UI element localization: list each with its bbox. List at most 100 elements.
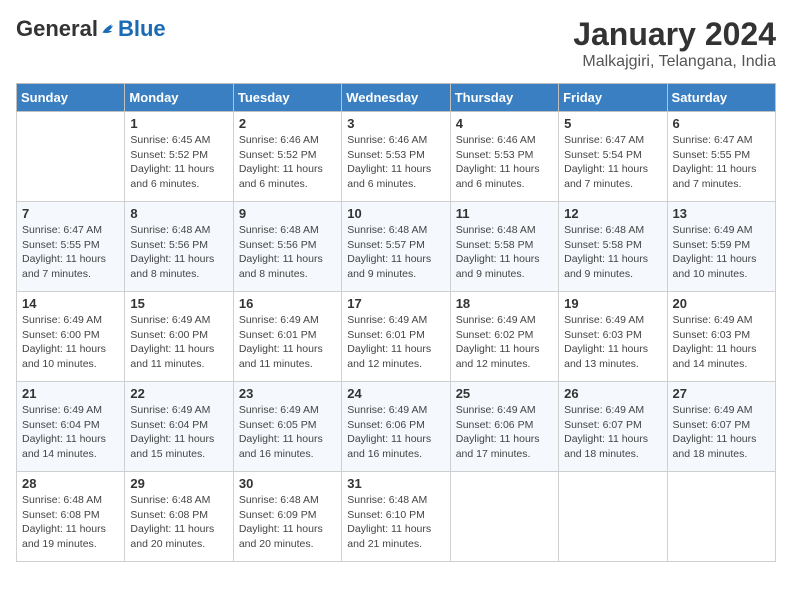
day-info: Sunrise: 6:47 AM Sunset: 5:55 PM Dayligh… <box>673 133 770 192</box>
day-info: Sunrise: 6:46 AM Sunset: 5:52 PM Dayligh… <box>239 133 336 192</box>
day-info: Sunrise: 6:49 AM Sunset: 6:07 PM Dayligh… <box>564 403 661 462</box>
day-number: 9 <box>239 206 336 221</box>
calendar-cell: 25 Sunrise: 6:49 AM Sunset: 6:06 PM Dayli… <box>450 382 558 472</box>
day-info: Sunrise: 6:46 AM Sunset: 5:53 PM Dayligh… <box>347 133 444 192</box>
weekday-header-sunday: Sunday <box>17 84 125 112</box>
day-info: Sunrise: 6:48 AM Sunset: 5:58 PM Dayligh… <box>564 223 661 282</box>
day-number: 7 <box>22 206 119 221</box>
calendar-cell: 11 Sunrise: 6:48 AM Sunset: 5:58 PM Dayli… <box>450 202 558 292</box>
day-number: 12 <box>564 206 661 221</box>
calendar-cell: 12 Sunrise: 6:48 AM Sunset: 5:58 PM Dayli… <box>559 202 667 292</box>
weekday-header-friday: Friday <box>559 84 667 112</box>
location-subtitle: Malkajgiri, Telangana, India <box>573 53 776 71</box>
day-number: 21 <box>22 386 119 401</box>
day-info: Sunrise: 6:48 AM Sunset: 5:56 PM Dayligh… <box>239 223 336 282</box>
day-number: 30 <box>239 476 336 491</box>
calendar-cell: 20 Sunrise: 6:49 AM Sunset: 6:03 PM Dayli… <box>667 292 775 382</box>
day-number: 19 <box>564 296 661 311</box>
day-info: Sunrise: 6:49 AM Sunset: 6:05 PM Dayligh… <box>239 403 336 462</box>
calendar-cell: 23Sunrise: 6:49 AM Sunset: 6:05 PM Dayli… <box>233 382 341 472</box>
day-number: 8 <box>130 206 227 221</box>
title-block: January 2024 Malkajgiri, Telangana, Indi… <box>573 16 776 71</box>
logo: General Blue <box>16 16 166 42</box>
page-header: General Blue January 2024 Malkajgiri, Te… <box>16 16 776 71</box>
calendar-cell <box>559 472 667 562</box>
day-number: 14 <box>22 296 119 311</box>
weekday-header-wednesday: Wednesday <box>342 84 450 112</box>
calendar-cell: 29 Sunrise: 6:48 AM Sunset: 6:08 PM Dayli… <box>125 472 233 562</box>
calendar-cell: 24Sunrise: 6:49 AM Sunset: 6:06 PM Dayli… <box>342 382 450 472</box>
weekday-header-monday: Monday <box>125 84 233 112</box>
day-number: 31 <box>347 476 444 491</box>
calendar-cell: 22Sunrise: 6:49 AM Sunset: 6:04 PM Dayli… <box>125 382 233 472</box>
calendar-week-row: 7Sunrise: 6:47 AM Sunset: 5:55 PM Daylig… <box>17 202 776 292</box>
day-info: Sunrise: 6:46 AM Sunset: 5:53 PM Dayligh… <box>456 133 553 192</box>
calendar-cell <box>667 472 775 562</box>
day-info: Sunrise: 6:45 AM Sunset: 5:52 PM Dayligh… <box>130 133 227 192</box>
day-number: 6 <box>673 116 770 131</box>
day-number: 3 <box>347 116 444 131</box>
calendar-cell: 13Sunrise: 6:49 AM Sunset: 5:59 PM Dayli… <box>667 202 775 292</box>
calendar-week-row: 21 Sunrise: 6:49 AM Sunset: 6:04 PM Dayli… <box>17 382 776 472</box>
day-info: Sunrise: 6:49 AM Sunset: 6:03 PM Dayligh… <box>564 313 661 372</box>
calendar-cell: 18 Sunrise: 6:49 AM Sunset: 6:02 PM Dayli… <box>450 292 558 382</box>
day-info: Sunrise: 6:48 AM Sunset: 6:08 PM Dayligh… <box>130 493 227 552</box>
calendar-cell: 26 Sunrise: 6:49 AM Sunset: 6:07 PM Dayli… <box>559 382 667 472</box>
day-info: Sunrise: 6:49 AM Sunset: 5:59 PM Dayligh… <box>673 223 770 282</box>
day-info: Sunrise: 6:49 AM Sunset: 6:04 PM Dayligh… <box>130 403 227 462</box>
calendar-cell: 9 Sunrise: 6:48 AM Sunset: 5:56 PM Daylig… <box>233 202 341 292</box>
day-info: Sunrise: 6:49 AM Sunset: 6:04 PM Dayligh… <box>22 403 119 462</box>
day-number: 29 <box>130 476 227 491</box>
calendar-week-row: 28 Sunrise: 6:48 AM Sunset: 6:08 PM Dayli… <box>17 472 776 562</box>
day-info: Sunrise: 6:49 AM Sunset: 6:02 PM Dayligh… <box>456 313 553 372</box>
day-info: Sunrise: 6:49 AM Sunset: 6:01 PM Dayligh… <box>239 313 336 372</box>
day-info: Sunrise: 6:49 AM Sunset: 6:07 PM Dayligh… <box>673 403 770 462</box>
day-number: 18 <box>456 296 553 311</box>
calendar-cell: 1Sunrise: 6:45 AM Sunset: 5:52 PM Daylig… <box>125 112 233 202</box>
day-number: 16 <box>239 296 336 311</box>
day-number: 2 <box>239 116 336 131</box>
day-info: Sunrise: 6:48 AM Sunset: 5:57 PM Dayligh… <box>347 223 444 282</box>
day-info: Sunrise: 6:48 AM Sunset: 5:58 PM Dayligh… <box>456 223 553 282</box>
day-info: Sunrise: 6:49 AM Sunset: 6:00 PM Dayligh… <box>130 313 227 372</box>
calendar-cell: 7Sunrise: 6:47 AM Sunset: 5:55 PM Daylig… <box>17 202 125 292</box>
day-info: Sunrise: 6:49 AM Sunset: 6:06 PM Dayligh… <box>456 403 553 462</box>
calendar-cell: 19 Sunrise: 6:49 AM Sunset: 6:03 PM Dayli… <box>559 292 667 382</box>
calendar-cell: 10 Sunrise: 6:48 AM Sunset: 5:57 PM Dayli… <box>342 202 450 292</box>
day-info: Sunrise: 6:48 AM Sunset: 6:10 PM Dayligh… <box>347 493 444 552</box>
calendar-cell: 31 Sunrise: 6:48 AM Sunset: 6:10 PM Dayli… <box>342 472 450 562</box>
day-number: 17 <box>347 296 444 311</box>
calendar-cell: 16 Sunrise: 6:49 AM Sunset: 6:01 PM Dayli… <box>233 292 341 382</box>
calendar-cell: 3 Sunrise: 6:46 AM Sunset: 5:53 PM Daylig… <box>342 112 450 202</box>
day-info: Sunrise: 6:49 AM Sunset: 6:01 PM Dayligh… <box>347 313 444 372</box>
calendar-cell: 27 Sunrise: 6:49 AM Sunset: 6:07 PM Dayli… <box>667 382 775 472</box>
day-number: 11 <box>456 206 553 221</box>
day-info: Sunrise: 6:49 AM Sunset: 6:06 PM Dayligh… <box>347 403 444 462</box>
calendar-cell: 17 Sunrise: 6:49 AM Sunset: 6:01 PM Dayli… <box>342 292 450 382</box>
calendar-cell: 15 Sunrise: 6:49 AM Sunset: 6:00 PM Dayli… <box>125 292 233 382</box>
day-info: Sunrise: 6:49 AM Sunset: 6:03 PM Dayligh… <box>673 313 770 372</box>
day-info: Sunrise: 6:48 AM Sunset: 5:56 PM Dayligh… <box>130 223 227 282</box>
calendar-cell: 6 Sunrise: 6:47 AM Sunset: 5:55 PM Daylig… <box>667 112 775 202</box>
weekday-header-row: SundayMondayTuesdayWednesdayThursdayFrid… <box>17 84 776 112</box>
day-number: 10 <box>347 206 444 221</box>
month-year-title: January 2024 <box>573 16 776 53</box>
calendar-week-row: 1Sunrise: 6:45 AM Sunset: 5:52 PM Daylig… <box>17 112 776 202</box>
calendar-table: SundayMondayTuesdayWednesdayThursdayFrid… <box>16 83 776 562</box>
calendar-cell <box>17 112 125 202</box>
weekday-header-thursday: Thursday <box>450 84 558 112</box>
day-number: 26 <box>564 386 661 401</box>
weekday-header-saturday: Saturday <box>667 84 775 112</box>
day-number: 15 <box>130 296 227 311</box>
day-info: Sunrise: 6:49 AM Sunset: 6:00 PM Dayligh… <box>22 313 119 372</box>
calendar-cell: 21 Sunrise: 6:49 AM Sunset: 6:04 PM Dayli… <box>17 382 125 472</box>
day-number: 28 <box>22 476 119 491</box>
day-number: 27 <box>673 386 770 401</box>
day-number: 5 <box>564 116 661 131</box>
calendar-cell: 2 Sunrise: 6:46 AM Sunset: 5:52 PM Daylig… <box>233 112 341 202</box>
day-info: Sunrise: 6:48 AM Sunset: 6:08 PM Dayligh… <box>22 493 119 552</box>
day-number: 20 <box>673 296 770 311</box>
day-number: 25 <box>456 386 553 401</box>
calendar-cell: 28 Sunrise: 6:48 AM Sunset: 6:08 PM Dayli… <box>17 472 125 562</box>
day-info: Sunrise: 6:47 AM Sunset: 5:54 PM Dayligh… <box>564 133 661 192</box>
